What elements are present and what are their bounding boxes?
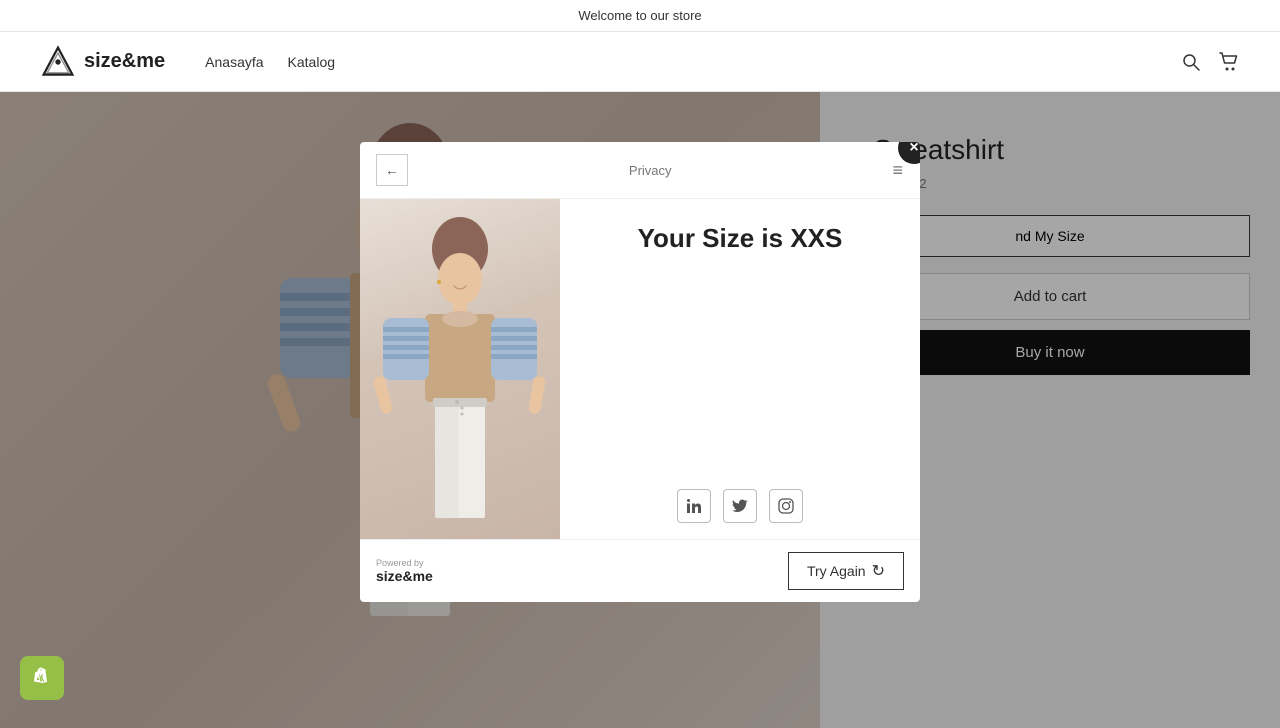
try-again-label: Try Again [807, 563, 866, 579]
shopify-badge[interactable] [20, 656, 64, 700]
modal-back-button[interactable]: ← [376, 154, 408, 186]
instagram-button[interactable] [769, 489, 803, 523]
cart-button[interactable] [1218, 51, 1240, 73]
twitter-icon [732, 498, 748, 514]
modal-product-img-container [360, 199, 560, 539]
shopify-icon [30, 666, 54, 690]
powered-by-logo: size&me [376, 568, 433, 584]
header: size&me Anasayfa Katalog [0, 32, 1280, 92]
size-result-modal: × ← Privacy ≡ [360, 142, 920, 602]
nav-item-anasayfa[interactable]: Anasayfa [205, 54, 263, 70]
modal-footer: Powered by size&me Try Again ↻ [360, 539, 920, 602]
header-left: size&me Anasayfa Katalog [40, 44, 335, 80]
logo-icon [40, 44, 76, 80]
modal-header: ← Privacy ≡ [360, 142, 920, 199]
search-icon [1181, 52, 1201, 72]
modal-right-content: Your Size is XXS [560, 199, 920, 539]
modal-privacy-label[interactable]: Privacy [629, 163, 672, 178]
try-again-button[interactable]: Try Again ↻ [788, 552, 904, 590]
main-content: n Sweatshirt W20SW0052 nd My Size Add to… [0, 92, 1280, 728]
refresh-icon: ↻ [872, 561, 885, 581]
modal-product-svg [365, 214, 555, 524]
announcement-bar: Welcome to our store [0, 0, 1280, 32]
powered-by-container: Powered by size&me [376, 558, 433, 584]
modal-body: Your Size is XXS [360, 199, 920, 539]
modal-overlay: × ← Privacy ≡ [0, 92, 1280, 728]
announcement-text: Welcome to our store [578, 8, 701, 23]
linkedin-button[interactable] [677, 489, 711, 523]
cart-icon [1218, 51, 1240, 73]
logo[interactable]: size&me [40, 44, 165, 80]
back-icon: ← [385, 162, 399, 178]
header-right [1180, 51, 1240, 73]
nav-item-katalog[interactable]: Katalog [288, 54, 335, 70]
logo-text: size&me [84, 50, 165, 73]
instagram-icon [778, 498, 794, 514]
search-button[interactable] [1180, 51, 1202, 73]
powered-by-text: Powered by [376, 558, 433, 568]
twitter-button[interactable] [723, 489, 757, 523]
social-icons-group [677, 489, 803, 523]
main-nav: Anasayfa Katalog [205, 54, 335, 70]
size-result-title: Your Size is XXS [638, 223, 843, 254]
modal-menu-button[interactable]: ≡ [892, 160, 904, 181]
linkedin-icon [686, 498, 702, 514]
close-icon: × [909, 142, 918, 157]
modal-product-image [360, 199, 560, 539]
